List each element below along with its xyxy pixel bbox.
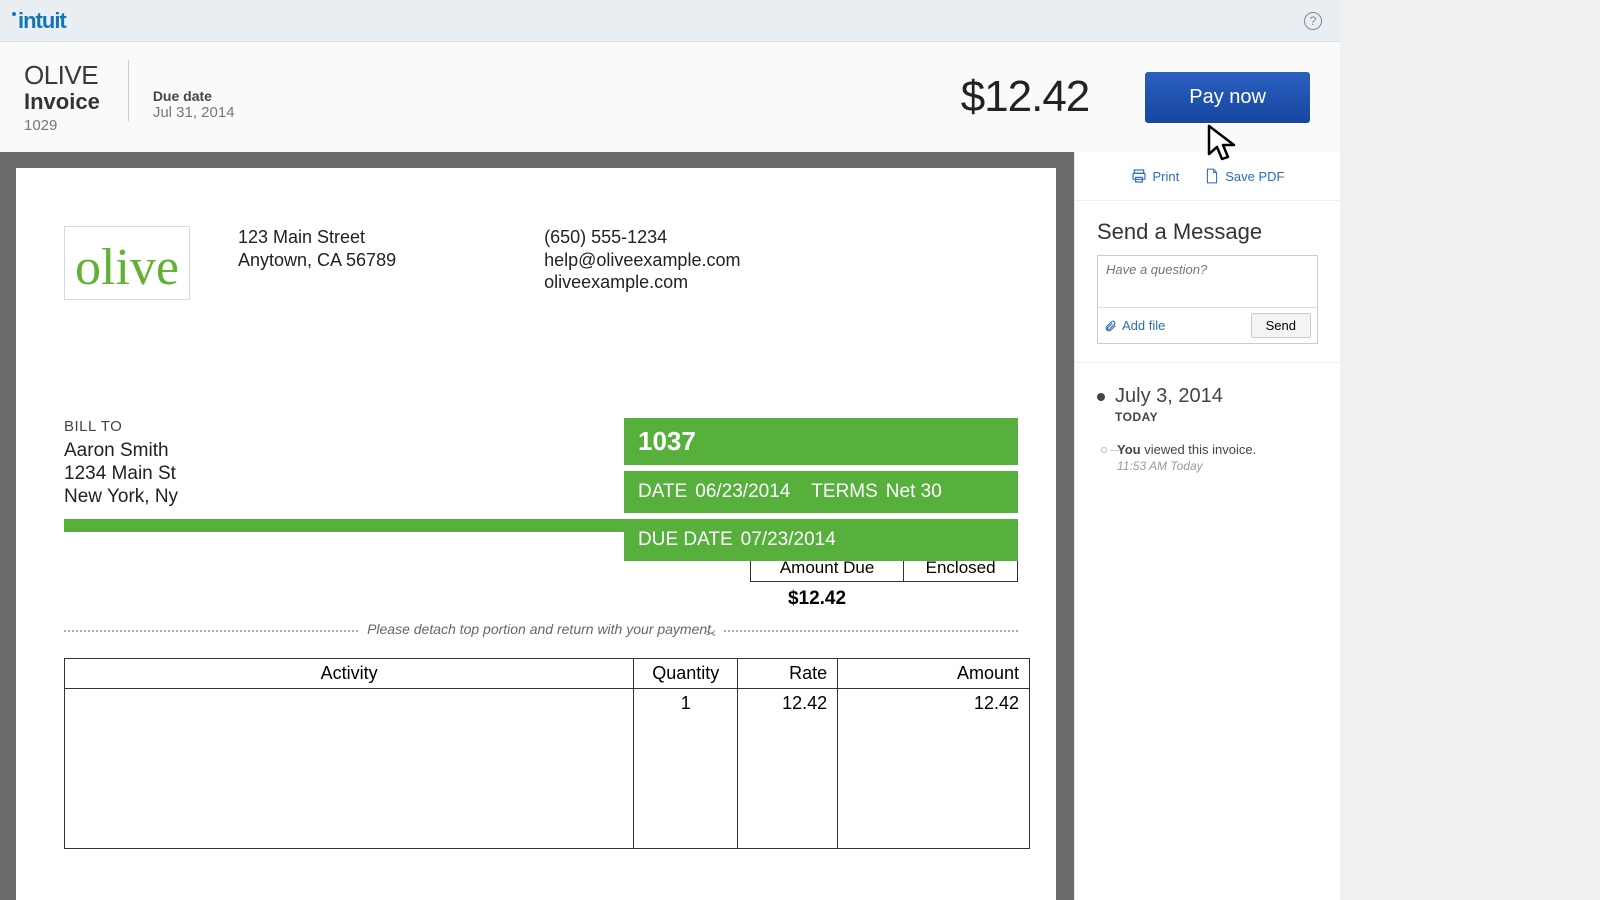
save-pdf-button[interactable]: Save PDF	[1205, 168, 1284, 184]
send-message-panel: Send a Message Add file Send	[1075, 201, 1340, 363]
document-viewport[interactable]: olive 123 Main Street Anytown, CA 56789 …	[0, 152, 1074, 900]
invoice-meta-block: 1037 DATE06/23/2014 TERMSNet 30 DUE DATE…	[624, 418, 1018, 567]
col-rate: Rate	[738, 659, 838, 689]
timeline-event-time: 11:53 AM Today	[1117, 459, 1256, 473]
timeline-bullet	[1097, 393, 1105, 401]
amount-due-value: $12.42	[750, 588, 884, 610]
side-panel: Print Save PDF Send a Message Add file	[1074, 152, 1340, 900]
invoice-number-row: 1037	[624, 418, 1018, 465]
bill-to-label: BILL TO	[64, 418, 624, 435]
invoice-amount-total: $12.42	[961, 72, 1090, 122]
table-row: 1 12.42 12.42	[65, 689, 1030, 849]
send-button[interactable]: Send	[1251, 313, 1311, 338]
pay-now-button[interactable]: Pay now	[1145, 72, 1310, 123]
col-quantity: Quantity	[634, 659, 738, 689]
document-number: 1029	[24, 117, 100, 134]
detach-instruction: ✂ Please detach top portion and return w…	[64, 630, 1018, 644]
merchant-logo: olive	[64, 226, 190, 300]
file-icon	[1205, 168, 1219, 184]
activity-timeline: July 3, 2014 TODAY You viewed this invoi…	[1075, 363, 1340, 495]
merchant-contact: (650) 555-1234 help@oliveexample.com oli…	[544, 226, 740, 300]
invoice-document: olive 123 Main Street Anytown, CA 56789 …	[16, 168, 1056, 900]
timeline-date: July 3, 2014	[1115, 385, 1223, 408]
timeline-event-bullet	[1101, 447, 1107, 453]
timeline-today-label: TODAY	[1115, 410, 1318, 424]
send-message-title: Send a Message	[1097, 219, 1318, 245]
intuit-logo: intuit	[18, 8, 70, 34]
col-amount: Amount	[838, 659, 1030, 689]
invoice-due-date-row: DUE DATE07/23/2014	[624, 519, 1018, 561]
message-input[interactable]	[1098, 256, 1317, 302]
document-type: Invoice	[24, 89, 100, 115]
print-icon	[1131, 168, 1147, 184]
add-file-button[interactable]: Add file	[1104, 318, 1165, 333]
company-name: OLIVE	[24, 60, 100, 91]
help-icon[interactable]: ?	[1304, 12, 1322, 30]
timeline-event: You viewed this invoice. 11:53 AM Today	[1101, 442, 1318, 473]
brand-bar: intuit ?	[0, 0, 1340, 42]
col-activity: Activity	[65, 659, 634, 689]
print-button[interactable]: Print	[1131, 168, 1180, 184]
merchant-address: 123 Main Street Anytown, CA 56789	[238, 226, 396, 300]
due-date-value: Jul 31, 2014	[153, 104, 235, 121]
due-date-label: Due date	[153, 88, 235, 104]
line-items-table: Activity Quantity Rate Amount 1 12.42 12…	[64, 658, 1030, 849]
invoice-date-terms-row: DATE06/23/2014 TERMSNet 30	[624, 471, 1018, 513]
scissors-icon: ✂	[705, 626, 716, 642]
app-window: intuit ? OLIVE Invoice 1029 Due date Jul…	[0, 0, 1340, 900]
invoice-summary-header: OLIVE Invoice 1029 Due date Jul 31, 2014…	[0, 42, 1340, 152]
bill-to-block: Aaron Smith 1234 Main St New York, Ny	[64, 439, 624, 509]
paperclip-icon	[1104, 319, 1117, 333]
